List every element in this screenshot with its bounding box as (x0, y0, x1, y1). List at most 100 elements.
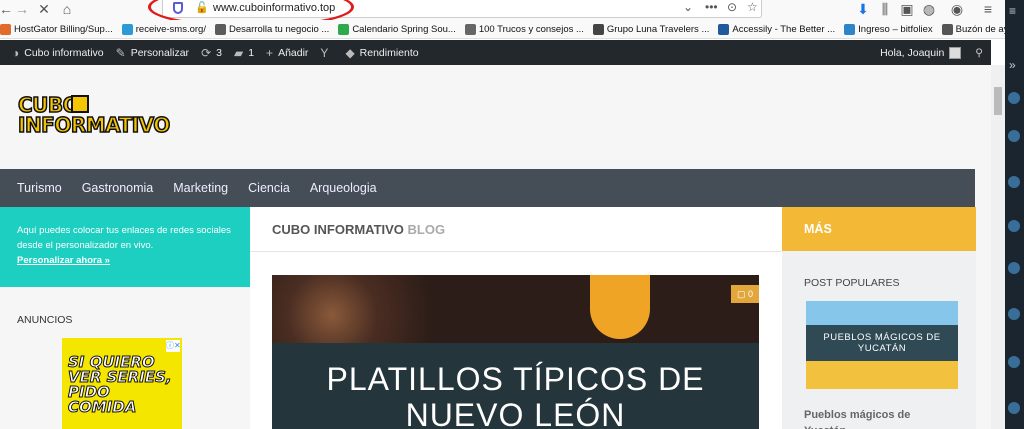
tracking-shield-icon[interactable] (173, 2, 183, 14)
ad-text: SI QUIERO VER SERIES, PIDO COMIDA (68, 353, 173, 416)
popular-post-link[interactable]: Pueblos mágicos de Yucatán (804, 407, 954, 429)
browser-navbar: ← → ✕ ⌂ 🔓 www.cuboinformativo.top ⌄ ••• … (0, 0, 1024, 20)
pocket-icon[interactable]: ⊙ (727, 0, 737, 14)
mas-tab[interactable]: MÁS (782, 207, 976, 251)
menu-item-ciencia[interactable]: Ciencia (248, 181, 290, 195)
bookmark-item[interactable]: receive-sms.org/ (121, 23, 206, 35)
comments-item[interactable]: ▰ 1 (234, 46, 254, 60)
customize-item[interactable]: ✎ Personalizar (116, 46, 189, 60)
menu-item-turismo[interactable]: Turismo (17, 181, 62, 195)
site-name-item[interactable]: ◑ Cubo informativo (12, 46, 104, 60)
promo-text: Aquí puedes colocar tus enlaces de redes… (17, 225, 231, 251)
panel-app-icon[interactable] (1008, 130, 1020, 142)
customize-now-link[interactable]: Personalizar ahora » (17, 253, 236, 268)
download-icon[interactable]: ⬇ (856, 0, 870, 18)
chevron-right-icon[interactable]: » (1009, 58, 1016, 72)
search-icon[interactable]: ⚲ (975, 47, 983, 59)
featured-title[interactable]: PLATILLOS TÍPICOS DE NUEVO LEÓN (272, 361, 759, 429)
bookmark-item[interactable]: 100 Trucos y consejos ... (464, 23, 584, 35)
adchoices-icon[interactable]: ⓘ✕ (166, 340, 181, 352)
performance-label: Rendimiento (359, 46, 419, 59)
bookmark-item[interactable]: Desarrolla tu negocio ... (214, 23, 329, 35)
url-text[interactable]: www.cuboinformativo.top (213, 2, 335, 14)
bookmark-label: 100 Trucos y consejos ... (478, 23, 584, 35)
menu-item-gastronomia[interactable]: Gastronomia (82, 181, 154, 195)
updates-item[interactable]: ⟳ 3 (201, 46, 222, 60)
comment-icon: ▢ (736, 289, 746, 299)
featured-image (272, 275, 759, 345)
stop-icon[interactable]: ✕ (36, 0, 52, 18)
ad-banner[interactable]: SI QUIERO VER SERIES, PIDO COMIDA ⓘ✕ (62, 338, 182, 429)
blog-heading: CUBO INFORMATIVO BLOG (272, 222, 445, 237)
bookmark-item[interactable]: Grupo Luna Travelers ... (592, 23, 710, 35)
scroll-thumb[interactable] (994, 87, 1002, 115)
panel-app-icon[interactable] (1008, 262, 1020, 274)
library-icon[interactable]: ⫼ (878, 0, 892, 18)
menu-item-marketing[interactable]: Marketing (173, 181, 228, 195)
featured-post[interactable]: ▢ 0 PLATILLOS TÍPICOS DE NUEVO LEÓN (272, 275, 759, 429)
bookmark-favicon-icon (718, 23, 730, 35)
logo-line2: INFORMATIVO (17, 113, 171, 137)
sidebar-icon[interactable]: ▣ (900, 0, 914, 18)
comment-count: 0 (747, 289, 753, 299)
page-scrollbar[interactable] (991, 65, 1005, 429)
panel-app-icon[interactable] (1008, 220, 1020, 232)
avatar[interactable] (949, 46, 962, 59)
bookmark-label: Grupo Luna Travelers ... (606, 23, 710, 35)
bookmark-item[interactable]: Ingreso – bitfoliex (844, 23, 933, 35)
divider (250, 251, 782, 252)
yoast-item[interactable]: Y (320, 46, 333, 60)
menu-item-arqueologia[interactable]: Arqueologia (310, 181, 377, 195)
site-name-label: Cubo informativo (24, 46, 104, 59)
panel-app-icon[interactable] (1008, 356, 1020, 368)
extension-icon[interactable]: ◍ (922, 0, 936, 18)
drink-glass (590, 275, 650, 339)
bookmark-favicon-icon (0, 23, 11, 35)
account-icon[interactable]: ◉ (950, 0, 964, 18)
main-column: CUBO INFORMATIVO BLOG ▢ 0 PLATILLOS TÍPI… (250, 207, 782, 429)
ads-title: ANUNCIOS (17, 314, 73, 326)
home-icon[interactable]: ⌂ (58, 0, 76, 18)
page-actions-icon[interactable]: ••• (705, 0, 718, 14)
bookmark-star-icon[interactable]: ☆ (747, 0, 758, 14)
cache-icon: ◆ (345, 45, 355, 60)
add-new-label: Añadir (278, 46, 309, 59)
site-logo[interactable]: CUBO INFORMATIVO (17, 94, 171, 137)
url-bar[interactable]: 🔓 www.cuboinformativo.top ⌄ ••• ⊙ ☆ (162, 0, 762, 18)
cube-icon (71, 95, 89, 113)
panel-app-icon[interactable] (1008, 92, 1020, 104)
bookmark-item[interactable]: HostGator Billing/Sup... (0, 23, 113, 35)
panel-app-icon[interactable] (1008, 402, 1020, 414)
updates-count: 3 (216, 46, 222, 59)
dashboard-icon: ◑ (12, 45, 20, 60)
back-icon[interactable]: ← (0, 0, 13, 18)
bookmark-label: receive-sms.org/ (135, 23, 206, 35)
bookmark-favicon-icon (844, 23, 856, 35)
bookmark-favicon-icon (214, 23, 226, 35)
browser-window: ← → ✕ ⌂ 🔓 www.cuboinformativo.top ⌄ ••• … (0, 0, 1024, 429)
panel-app-icon[interactable] (1008, 176, 1020, 188)
greeting-label[interactable]: Hola, Joaquin (880, 47, 944, 59)
bookmark-label: HostGator Billing/Sup... (14, 23, 113, 35)
bookmark-item[interactable]: Accessily - The Better ... (718, 23, 835, 35)
site-header: CUBO INFORMATIVO (0, 65, 975, 169)
popular-post-thumbnail[interactable]: PUEBLOS MÁGICOS DE YUCATÁN (806, 301, 958, 389)
blog-heading-bold: CUBO INFORMATIVO (272, 222, 404, 237)
plus-icon: + (266, 45, 274, 60)
bookmark-label: Ingreso – bitfoliex (858, 23, 933, 35)
popular-posts-title: POST POPULARES (804, 277, 900, 289)
performance-item[interactable]: ◆ Rendimiento (345, 46, 418, 60)
menu-icon[interactable]: ≡ (980, 0, 996, 18)
panel-app-icon[interactable] (1008, 308, 1020, 320)
comment-count-badge[interactable]: ▢ 0 (730, 285, 759, 303)
right-sidebar: MÁS POST POPULARES PUEBLOS MÁGICOS DE YU… (782, 207, 976, 429)
bookmark-label: Calendario Spring Sou... (352, 23, 456, 35)
collapse-icon[interactable]: ≡ (1009, 4, 1016, 18)
bookmark-favicon-icon (464, 23, 476, 35)
add-new-item[interactable]: + Añadir (266, 46, 308, 60)
insecure-lock-icon[interactable]: 🔓 (195, 1, 209, 14)
bookmark-item[interactable]: Calendario Spring Sou... (338, 23, 456, 35)
chevron-down-icon[interactable]: ⌄ (683, 0, 693, 14)
forward-icon[interactable]: → (14, 0, 30, 18)
main-menu: Turismo Gastronomia Marketing Ciencia Arqueo… (0, 169, 975, 207)
